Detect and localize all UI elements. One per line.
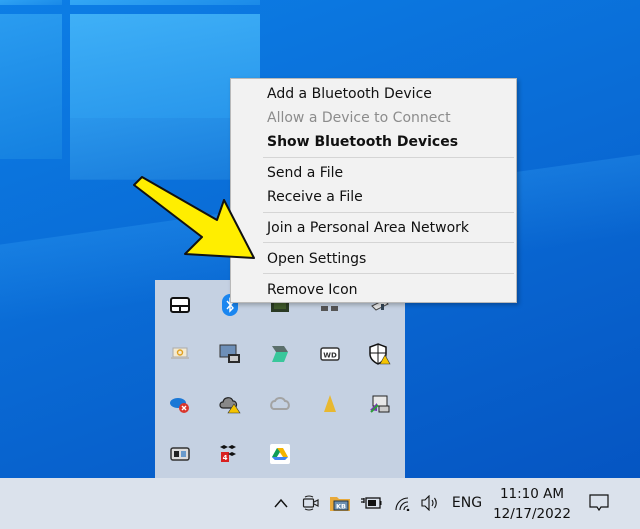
wd-drive-icon[interactable]: WD: [319, 343, 341, 365]
onedrive-error-icon[interactable]: [169, 393, 191, 415]
menu-separator: [263, 212, 514, 213]
action-center-button[interactable]: [586, 490, 612, 516]
volume-icon[interactable]: [418, 491, 442, 515]
input-language-indicator[interactable]: ENG: [448, 491, 486, 515]
kb-folder-icon[interactable]: KB: [328, 489, 352, 517]
display-monitor-icon[interactable]: [219, 343, 241, 365]
menu-separator: [263, 242, 514, 243]
svg-text:4: 4: [223, 454, 228, 462]
wallpaper-pane: [70, 0, 260, 5]
menu-separator: [263, 273, 514, 274]
media-player-icon[interactable]: [169, 443, 191, 465]
windows-security-warning-icon[interactable]: [369, 343, 391, 365]
touchpad-icon[interactable]: [169, 294, 191, 316]
app-s-icon[interactable]: [269, 343, 291, 365]
printer-icon[interactable]: [369, 393, 391, 415]
svg-text:WD: WD: [323, 352, 337, 360]
menu-item-remove-icon[interactable]: Remove Icon: [267, 282, 358, 298]
menu-separator: [263, 157, 514, 158]
menu-item-allow-device-to-connect: Allow a Device to Connect: [267, 110, 451, 126]
dropbox-update-icon[interactable]: 4: [219, 443, 241, 465]
wallpaper-pane: [0, 0, 62, 5]
menu-item-receive-a-file[interactable]: Receive a File: [267, 189, 363, 205]
bluetooth-context-menu: Add a Bluetooth Device Allow a Device to…: [230, 78, 517, 303]
show-hidden-icons-chevron[interactable]: [270, 491, 292, 515]
cloud-warning-icon[interactable]: [219, 393, 241, 415]
svg-text:KB: KB: [336, 503, 346, 511]
annotation-arrow: [133, 176, 255, 259]
clock-date: 12/17/2022: [493, 506, 571, 522]
taskbar-clock[interactable]: 11:10 AM 12/17/2022: [488, 484, 576, 524]
notifications-icon: [589, 494, 609, 512]
menu-item-add-bluetooth-device[interactable]: Add a Bluetooth Device: [267, 86, 432, 102]
wifi-icon[interactable]: [390, 491, 414, 515]
clock-time: 11:10 AM: [499, 486, 565, 502]
menu-item-show-bluetooth-devices[interactable]: Show Bluetooth Devices: [267, 134, 458, 150]
meet-now-icon[interactable]: [300, 491, 322, 515]
google-drive-icon[interactable]: [269, 443, 291, 465]
tray-overflow-panel: WD 4: [155, 280, 405, 478]
laptop-sync-icon[interactable]: [169, 343, 191, 365]
menu-item-send-a-file[interactable]: Send a File: [267, 165, 343, 181]
menu-item-join-personal-area-network[interactable]: Join a Personal Area Network: [267, 220, 469, 236]
menu-item-open-settings[interactable]: Open Settings: [267, 251, 366, 267]
creative-cloud-icon[interactable]: [269, 393, 291, 415]
wallpaper-pane: [0, 14, 62, 159]
battery-charging-icon[interactable]: [358, 491, 384, 515]
vlc-cone-icon[interactable]: [319, 393, 341, 415]
